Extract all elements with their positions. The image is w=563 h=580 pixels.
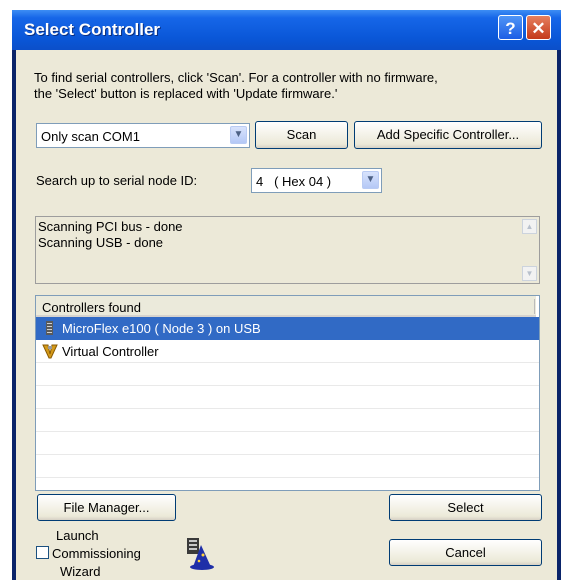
instruction-line-2: the 'Select' button is replaced with 'Up… bbox=[34, 86, 338, 101]
wizard-icon bbox=[187, 538, 214, 570]
controller-label: Virtual Controller bbox=[62, 344, 159, 359]
log-line: Scanning USB - done bbox=[38, 235, 164, 250]
scroll-up-button[interactable]: ▲ bbox=[522, 219, 537, 234]
controllers-header-label: Controllers found bbox=[42, 300, 141, 315]
file-manager-button[interactable]: File Manager... bbox=[37, 494, 176, 521]
controller-label: MicroFlex e100 ( Node 3 ) on USB bbox=[62, 321, 261, 336]
window-title: Select Controller bbox=[24, 20, 161, 39]
chevron-down-icon[interactable]: ▼ bbox=[230, 126, 247, 144]
launch-wizard-label-line1: Launch bbox=[56, 528, 99, 543]
list-item[interactable]: Virtual Controller bbox=[36, 340, 539, 363]
help-button[interactable]: ? bbox=[498, 15, 523, 40]
controllers-column-header[interactable]: Controllers found bbox=[36, 296, 536, 317]
log-line: Scanning PCI bus - done bbox=[38, 219, 183, 234]
node-id-combo[interactable]: 4 ( Hex 04 ) ▼ bbox=[251, 168, 382, 193]
virtual-controller-icon bbox=[42, 344, 58, 359]
cancel-button[interactable]: Cancel bbox=[389, 539, 542, 566]
instruction-line-1: To find serial controllers, click 'Scan'… bbox=[34, 70, 438, 85]
empty-list-row bbox=[36, 386, 539, 409]
scan-port-combo[interactable]: Only scan COM1 ▼ bbox=[36, 123, 250, 148]
scroll-down-button[interactable]: ▼ bbox=[522, 266, 537, 281]
node-id-label: Search up to serial node ID: bbox=[36, 173, 198, 188]
select-controller-dialog: Select Controller ? ✕ To find serial con… bbox=[12, 10, 561, 580]
chevron-down-icon[interactable]: ▼ bbox=[362, 171, 379, 189]
empty-list-row bbox=[36, 363, 539, 386]
empty-list-row bbox=[36, 455, 539, 478]
add-specific-controller-button[interactable]: Add Specific Controller... bbox=[354, 121, 542, 149]
launch-wizard-checkbox[interactable] bbox=[36, 546, 49, 559]
drive-icon bbox=[46, 321, 53, 335]
column-divider bbox=[534, 299, 535, 314]
scan-log: Scanning PCI bus - done Scanning USB - d… bbox=[35, 216, 540, 284]
list-item[interactable]: MicroFlex e100 ( Node 3 ) on USB bbox=[36, 317, 539, 340]
launch-wizard-label-line3: Wizard bbox=[60, 564, 101, 579]
scan-port-value: Only scan COM1 bbox=[41, 129, 140, 144]
launch-wizard-label-line2: Commissioning bbox=[52, 546, 141, 561]
empty-list-row bbox=[36, 409, 539, 432]
select-button[interactable]: Select bbox=[389, 494, 542, 521]
close-button[interactable]: ✕ bbox=[526, 15, 551, 40]
dialog-body: To find serial controllers, click 'Scan'… bbox=[16, 50, 557, 580]
scan-button[interactable]: Scan bbox=[255, 121, 348, 149]
node-id-value: 4 ( Hex 04 ) bbox=[256, 174, 332, 189]
title-bar[interactable]: Select Controller ? ✕ bbox=[12, 10, 561, 50]
controllers-list[interactable]: Controllers found MicroFlex e100 ( Node … bbox=[35, 295, 540, 491]
empty-list-row bbox=[36, 432, 539, 455]
